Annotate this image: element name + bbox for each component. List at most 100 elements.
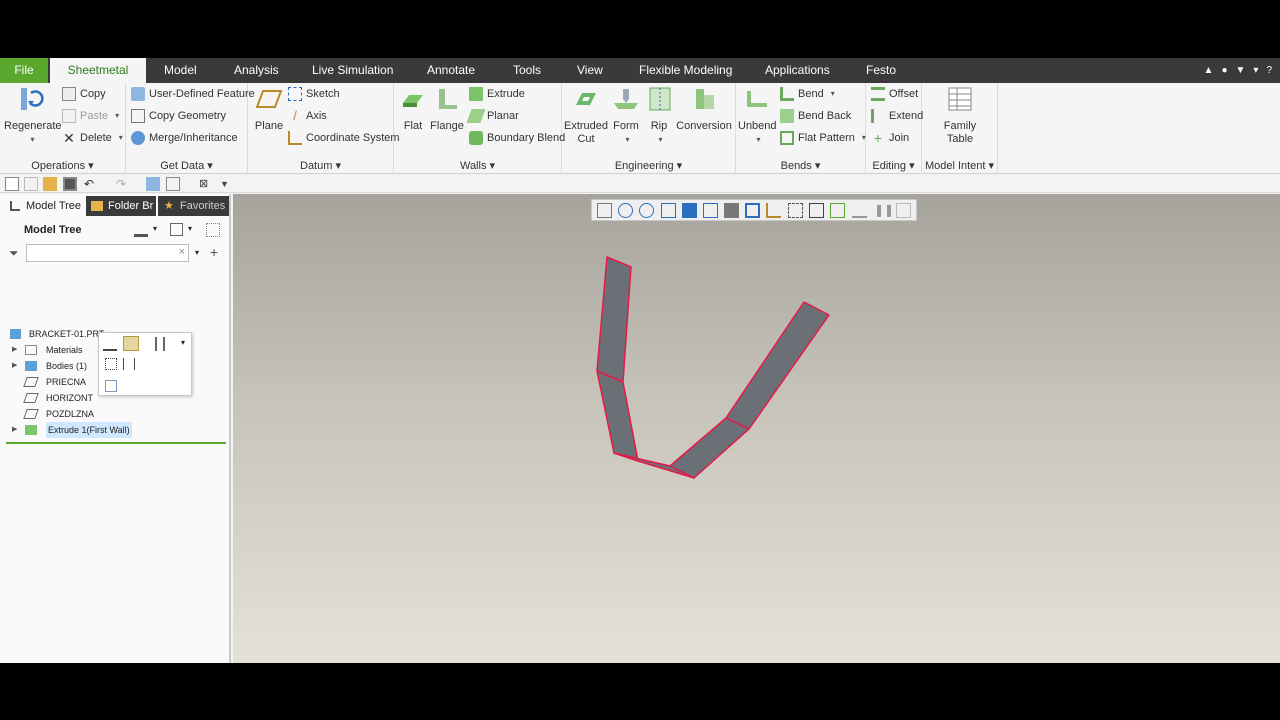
copy-geometry-button[interactable]: Copy Geometry [131,106,226,126]
family-table-button[interactable]: Family Table [930,85,990,146]
regenerate-button[interactable]: Regenerate ▾ [4,85,62,146]
insert-here-marker[interactable] [6,442,226,444]
unbend-button[interactable]: Unbend ▾ [738,85,777,146]
info-icon[interactable] [105,380,117,392]
status-dot-icon[interactable]: ● [1221,65,1227,76]
edit-definition-icon[interactable] [123,336,139,351]
customize-qat-icon[interactable]: ▼ [220,177,234,191]
tab-model[interactable]: Model [158,58,203,83]
extrude-icon [469,87,483,101]
boundary-blend-button[interactable]: Boundary Blend [469,128,565,148]
rip-icon [649,87,671,111]
tree-tools-dropdown-icon[interactable]: ▾ [153,224,157,233]
tab-festo[interactable]: Festo [860,58,902,83]
tab-flexible-modeling[interactable]: Flexible Modeling [633,58,738,83]
expand-icon[interactable]: ▶ [12,358,17,374]
merge-inheritance-button[interactable]: Merge/Inheritance [131,128,238,148]
tab-annotate[interactable]: Annotate [421,58,481,83]
merge-icon [131,131,145,145]
form-button[interactable]: Form ▾ [610,85,642,146]
learning-icon[interactable]: ▼ [1236,65,1246,76]
search-dropdown-icon[interactable]: ▾ [195,248,199,257]
axis-button[interactable]: / Axis [288,106,327,126]
datum-dropdown[interactable]: Datum ▾ [248,159,393,172]
help-icon[interactable]: ? [1266,65,1272,76]
plane-button[interactable]: Plane [252,85,286,133]
tree-item-pozdlzna[interactable]: POZDLZNA [0,406,229,422]
operations-dropdown[interactable]: Operations ▾ [0,159,125,172]
extend-button[interactable]: Extend [871,106,923,126]
filter-icon[interactable]: ⏷ [9,246,19,260]
clear-search-icon[interactable]: × [179,246,185,258]
tab-model-tree[interactable]: Model Tree [4,196,84,216]
close-window-icon[interactable]: ⊠ [199,177,213,191]
bend-back-button[interactable]: Bend Back [780,106,851,126]
user-defined-feature-button[interactable]: User-Defined Feature [131,84,255,104]
collapse-ribbon-icon[interactable]: ▲ [1204,65,1214,76]
expand-icon[interactable]: ▶ [12,422,17,438]
bends-dropdown[interactable]: Bends ▾ [736,159,865,172]
tab-live-simulation[interactable]: Live Simulation [306,58,399,83]
model-tree-title: Model Tree [24,224,82,236]
undo-icon[interactable]: ↶ [84,177,98,191]
flat-pattern-button[interactable]: Flat Pattern ▾ [780,128,866,148]
expand-icon[interactable]: ▶ [12,342,17,358]
conversion-button[interactable]: Conversion [676,85,732,133]
edit-dimensions-icon[interactable] [103,337,117,351]
save-icon[interactable] [63,177,77,191]
brush-icon[interactable] [143,337,157,351]
datum-plane-icon [23,377,39,387]
regenerate-small-icon[interactable] [146,177,160,191]
more-dropdown-icon[interactable]: ▾ [181,338,185,347]
tab-tools[interactable]: Tools [507,58,547,83]
settings-icon[interactable] [206,223,220,237]
show-icon[interactable] [170,223,183,236]
extrude-wall-button[interactable]: Extrude [469,84,525,104]
editing-dropdown[interactable]: Editing ▾ [866,159,921,172]
pattern-icon[interactable] [105,358,117,370]
join-button[interactable]: + Join [871,128,909,148]
tab-view[interactable]: View [571,58,609,83]
group-engineering: Extruded Cut Form ▾ Rip ▾ Conversion Eng… [562,83,736,174]
get-data-dropdown[interactable]: Get Data ▾ [126,159,247,172]
sheetmetal-part[interactable] [233,194,1280,663]
paste-button[interactable]: Paste ▾ [62,106,119,126]
conversion-icon [696,89,714,109]
paste-icon [62,109,76,123]
csys-icon [288,131,302,145]
tab-folder-browser[interactable]: Folder Br [86,196,156,216]
sketch-button[interactable]: Sketch [288,84,340,104]
new-window-icon[interactable] [24,177,38,191]
coordinate-system-button[interactable]: Coordinate System [288,128,400,148]
windows-icon[interactable] [166,177,180,191]
flat-button[interactable]: Flat [398,85,428,133]
tab-applications[interactable]: Applications [759,58,836,83]
walls-dropdown[interactable]: Walls ▾ [394,159,561,172]
engineering-dropdown[interactable]: Engineering ▾ [562,159,735,172]
new-icon[interactable] [5,177,19,191]
extruded-cut-button[interactable]: Extruded Cut [564,85,608,146]
model-intent-dropdown[interactable]: Model Intent ▾ [922,159,997,172]
mirror-icon[interactable] [123,358,135,370]
copy-button[interactable]: Copy [62,84,106,104]
rip-button[interactable]: Rip ▾ [646,85,672,146]
flange-button[interactable]: Flange [430,85,464,133]
dropdown-icon[interactable]: ▾ [1253,65,1258,76]
reorder-icon[interactable] [163,337,175,351]
graphics-window[interactable]: ❚❚ [233,194,1280,663]
tree-search-input[interactable]: × [26,244,189,262]
open-icon[interactable] [43,177,57,191]
tab-sheetmetal[interactable]: Sheetmetal [50,58,146,83]
bend-button[interactable]: Bend ▾ [780,84,835,104]
planar-button[interactable]: Planar [466,106,519,126]
add-column-icon[interactable]: + [210,244,218,260]
tree-item-extrude-1[interactable]: ▶ Extrude 1(First Wall) [0,422,229,438]
show-dropdown-icon[interactable]: ▾ [188,224,192,233]
tree-tools-icon[interactable] [134,223,148,237]
tab-file[interactable]: File [0,58,48,83]
redo-icon[interactable]: ↷ [116,177,130,191]
delete-button[interactable]: ✕ Delete ▾ [62,128,123,148]
tab-analysis[interactable]: Analysis [228,58,285,83]
tab-favorites[interactable]: ★ Favorites [158,196,229,216]
offset-button[interactable]: Offset [871,84,918,104]
